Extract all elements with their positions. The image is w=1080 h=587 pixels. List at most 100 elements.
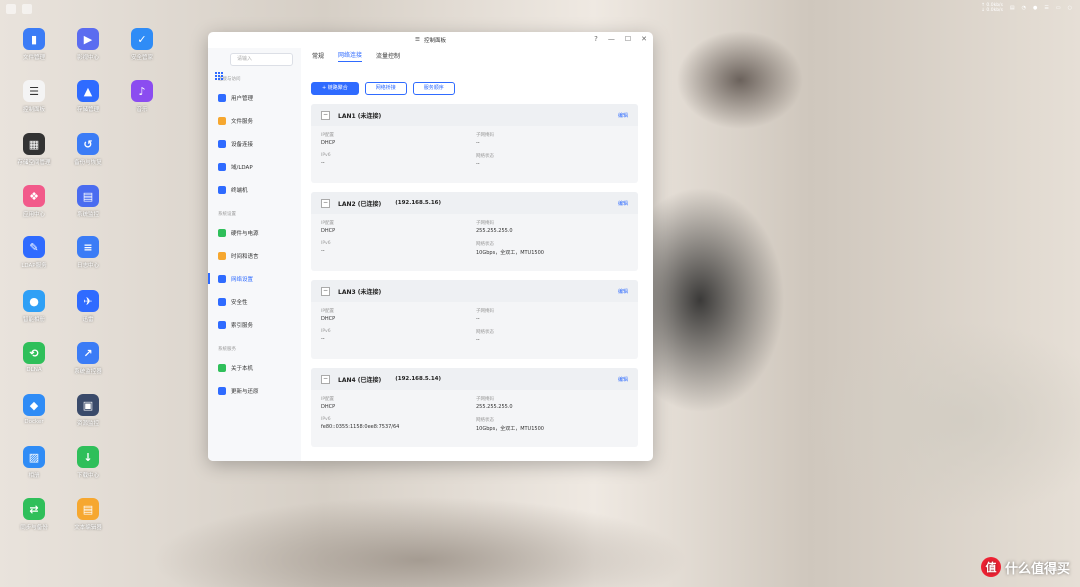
lan-card: − LAN1 (未连接) 编辑 IP配置 DHCP 子网掩码 -- IPv6 -- 网络状态 -- bbox=[311, 104, 638, 183]
desktop-icon[interactable]: ≡ 日志中心 bbox=[60, 236, 116, 269]
desktop-icon[interactable]: ▨ 相册 bbox=[6, 446, 62, 479]
watermark-text: 什么值得买 bbox=[1004, 561, 1070, 577]
collapse-icon[interactable]: − bbox=[321, 374, 330, 384]
field-value: -- bbox=[476, 316, 480, 322]
desktop-icon[interactable]: ▤ 系统监控 bbox=[60, 185, 116, 218]
desktop-icon[interactable]: ↓ 下载中心 bbox=[60, 446, 116, 479]
app-icon: ☰ bbox=[23, 80, 45, 102]
desktop-icon[interactable]: ▣ 资源监控 bbox=[60, 394, 116, 427]
minimize-button[interactable]: — bbox=[608, 35, 615, 43]
app-icon: ⟲ bbox=[23, 342, 45, 364]
edit-link[interactable]: 编辑 bbox=[618, 112, 628, 119]
sidebar-item[interactable]: 网络设置 bbox=[208, 267, 301, 290]
desktop-icon-label: 相册 bbox=[28, 473, 40, 479]
field-ip-config: IP配置 DHCP bbox=[321, 220, 471, 234]
sidebar-item[interactable]: 时间和语言 bbox=[208, 244, 301, 267]
network-bridge-button[interactable]: 网络桥接 bbox=[364, 82, 407, 95]
desktop-icon[interactable]: ▲ 存储管理 bbox=[60, 80, 116, 113]
edit-link[interactable]: 编辑 bbox=[618, 200, 628, 207]
taskbar-icon[interactable] bbox=[22, 4, 32, 14]
tab[interactable]: 常规 bbox=[312, 51, 324, 62]
window-titlebar: ☰ 控制面板 ? — ☐ ✕ bbox=[208, 32, 653, 48]
collapse-icon[interactable]: − bbox=[321, 286, 330, 296]
field-label: 子网掩码 bbox=[476, 397, 494, 402]
sidebar-item[interactable]: 关于本机 bbox=[208, 356, 301, 379]
link-aggregation-button[interactable]: + 链路聚合 bbox=[311, 82, 359, 95]
sidebar-item[interactable]: 硬件与电源 bbox=[208, 221, 301, 244]
desktop-icon-label: Docker bbox=[24, 419, 44, 425]
search-input[interactable]: 请输入 bbox=[230, 53, 293, 66]
field-network-status: 网络状态 -- bbox=[476, 153, 626, 167]
desktop-icon[interactable]: ↗ 系统监控器 bbox=[60, 342, 116, 375]
edit-link[interactable]: 编辑 bbox=[618, 376, 628, 383]
lan-card: − LAN4 (已连接) (192.168.5.14) 编辑 IP配置 DHCP 子网掩码 2… bbox=[311, 368, 638, 447]
desktop-icon[interactable]: ⟲ DLNA bbox=[6, 342, 62, 373]
system-tray: ↑ 0.0kb/s ↓ 0.0kb/s ▤ ◔ ● ☰ ▭ ○ bbox=[981, 3, 1072, 13]
tab[interactable]: 网络连接 bbox=[338, 50, 363, 62]
desktop-icon[interactable]: ◆ Docker bbox=[6, 394, 62, 425]
close-button[interactable]: ✕ bbox=[641, 35, 647, 43]
sidebar-item[interactable]: 域/LDAP bbox=[208, 155, 301, 178]
field-value: 10Gbps，全双工，MTU1500 bbox=[476, 426, 544, 432]
desktop-icon[interactable]: ▶ 影视中心 bbox=[60, 28, 116, 61]
sidebar-item[interactable]: 设备连接 bbox=[208, 132, 301, 155]
desktop-icon[interactable]: ▤ 文本编辑器 bbox=[60, 498, 116, 531]
window-icon[interactable]: ▭ bbox=[1056, 5, 1061, 11]
field-value: 255.255.255.0 bbox=[476, 404, 513, 410]
desktop-icon[interactable]: ● 智能相册 bbox=[6, 290, 62, 323]
field-value: fe80::0355:1158:0ee8:7537/64 bbox=[321, 424, 400, 430]
sidebar-item[interactable]: 索引服务 bbox=[208, 313, 301, 336]
app-icon: ≡ bbox=[77, 236, 99, 258]
sidebar-item-label: 终端机 bbox=[231, 187, 248, 194]
field-ip-config: IP配置 DHCP bbox=[321, 396, 471, 410]
control-panel-title-icon: ☰ bbox=[415, 37, 420, 43]
field-subnet-mask: 子网掩码 -- bbox=[476, 132, 626, 146]
desktop-icon[interactable]: ▮ 文件管理 bbox=[6, 28, 62, 61]
collapse-icon[interactable]: − bbox=[321, 110, 330, 120]
bell-icon[interactable]: ◔ bbox=[1022, 5, 1026, 11]
sidebar-item-label: 设备连接 bbox=[231, 141, 254, 148]
lan-card-header: − LAN4 (已连接) (192.168.5.14) bbox=[311, 368, 638, 390]
desktop-icon-label: 智能相册 bbox=[22, 317, 45, 323]
field-label: 网络状态 bbox=[476, 242, 494, 247]
sidebar-item[interactable]: 用户管理 bbox=[208, 86, 301, 109]
help-button[interactable]: ? bbox=[594, 35, 598, 43]
desktop-icon[interactable]: ▦ 存储空间管理 bbox=[6, 133, 62, 166]
field-label: IPv6 bbox=[321, 417, 331, 422]
apps-grid-icon[interactable] bbox=[215, 72, 223, 80]
desktop-icon[interactable]: ☰ 控制面板 bbox=[6, 80, 62, 113]
field-label: 子网掩码 bbox=[476, 133, 494, 138]
user-icon[interactable]: ● bbox=[1033, 5, 1037, 11]
desktop-icon[interactable]: ❖ 应用中心 bbox=[6, 185, 62, 218]
desktop-icon[interactable]: ✓ 安全管家 bbox=[114, 28, 170, 61]
field-value: -- bbox=[476, 337, 480, 343]
menu-icon[interactable]: ☰ bbox=[1044, 5, 1048, 11]
sidebar: 请输入 连接与访问 用户管理 文件服务 设备连接 域/LDAP 终端机 系统设置 硬件与电源时… bbox=[208, 48, 301, 461]
sidebar-item[interactable]: 更新与还原 bbox=[208, 379, 301, 402]
desktop-icon[interactable]: ⇄ 同步与备份 bbox=[6, 498, 62, 531]
sidebar-item[interactable]: 安全性 bbox=[208, 290, 301, 313]
sidebar-item[interactable]: 终端机 bbox=[208, 178, 301, 201]
app-icon: ↓ bbox=[77, 446, 99, 468]
app-grid-icon[interactable] bbox=[6, 4, 16, 14]
maximize-button[interactable]: ☐ bbox=[625, 35, 631, 43]
desktop-icon-label: 影视中心 bbox=[76, 55, 99, 61]
desktop-icon-label: DLNA bbox=[26, 367, 42, 373]
desktop-icon[interactable]: ✎ LDAP服务 bbox=[6, 236, 62, 269]
app-icon: ▤ bbox=[77, 185, 99, 207]
sidebar-item-icon bbox=[218, 251, 226, 260]
edit-link[interactable]: 编辑 bbox=[618, 288, 628, 295]
app-icon: ✓ bbox=[131, 28, 153, 50]
search-icon[interactable]: ○ bbox=[1068, 5, 1072, 11]
sidebar-item[interactable]: 文件服务 bbox=[208, 109, 301, 132]
desktop-icon[interactable]: ✈ 迅雷 bbox=[60, 290, 116, 323]
sidebar-item-label: 域/LDAP bbox=[231, 164, 253, 171]
desktop-icon[interactable]: ♪ 音乐 bbox=[114, 80, 170, 113]
tab[interactable]: 流量控制 bbox=[376, 51, 400, 62]
desktop-icon[interactable]: ↺ 备份与恢复 bbox=[60, 133, 116, 166]
field-label: IP配置 bbox=[321, 221, 335, 226]
collapse-icon[interactable]: − bbox=[321, 198, 330, 208]
task-icon[interactable]: ▤ bbox=[1010, 5, 1015, 11]
app-icon: ▲ bbox=[77, 80, 99, 102]
service-order-button[interactable]: 服务顺序 bbox=[412, 82, 455, 95]
